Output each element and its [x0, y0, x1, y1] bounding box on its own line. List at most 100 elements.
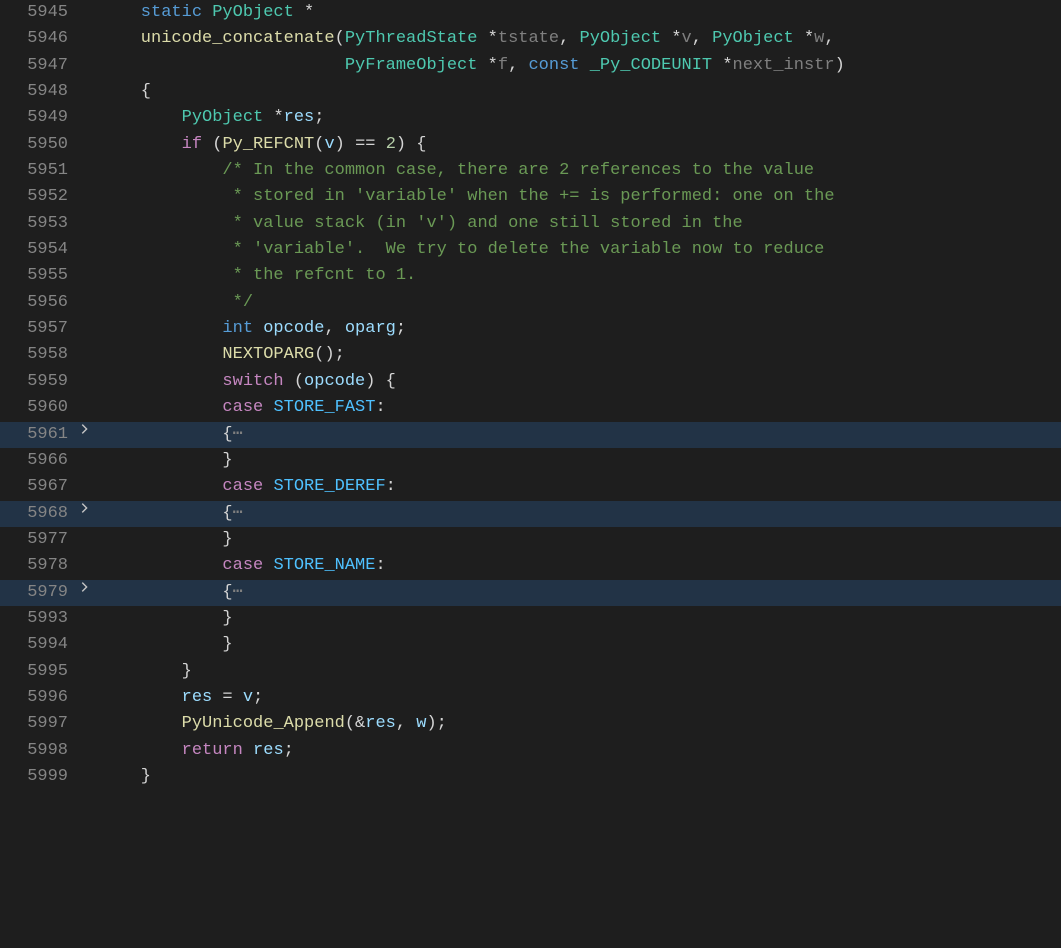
fold-gutter[interactable]: [72, 501, 96, 515]
code-content[interactable]: switch (opcode) {: [96, 369, 1061, 395]
code-line[interactable]: 5979 {⋯: [0, 580, 1061, 606]
token-const: STORE_DEREF: [273, 477, 385, 496]
token-punct: ) {: [365, 372, 396, 391]
code-content[interactable]: static PyObject *: [96, 0, 1061, 26]
token-punct: [100, 398, 222, 417]
token-punct: }: [100, 767, 151, 786]
code-content[interactable]: }: [96, 659, 1061, 685]
code-content[interactable]: * the refcnt to 1.: [96, 263, 1061, 289]
token-comment: * value stack (in 'v') and one still sto…: [100, 214, 743, 233]
line-number: 5960: [0, 395, 72, 421]
code-line[interactable]: 5993 }: [0, 606, 1061, 632]
token-punct: [263, 398, 273, 417]
code-line[interactable]: 5953 * value stack (in 'v') and one stil…: [0, 211, 1061, 237]
code-line[interactable]: 5956 */: [0, 290, 1061, 316]
code-line[interactable]: 5996 res = v;: [0, 685, 1061, 711]
token-punct: =: [212, 688, 243, 707]
code-content[interactable]: case STORE_FAST:: [96, 395, 1061, 421]
token-param: tstate: [498, 29, 559, 48]
code-line[interactable]: 5952 * stored in 'variable' when the += …: [0, 184, 1061, 210]
code-content[interactable]: {: [96, 79, 1061, 105]
code-line[interactable]: 5978 case STORE_NAME:: [0, 553, 1061, 579]
code-line[interactable]: 5945 static PyObject *: [0, 0, 1061, 26]
code-line[interactable]: 5999 }: [0, 764, 1061, 790]
code-line[interactable]: 5967 case STORE_DEREF:: [0, 474, 1061, 500]
code-line[interactable]: 5949 PyObject *res;: [0, 105, 1061, 131]
code-line[interactable]: 5955 * the refcnt to 1.: [0, 263, 1061, 289]
code-content[interactable]: /* In the common case, there are 2 refer…: [96, 158, 1061, 184]
code-line[interactable]: 5966 }: [0, 448, 1061, 474]
code-content[interactable]: case STORE_DEREF:: [96, 474, 1061, 500]
token-punct: [100, 688, 182, 707]
code-content[interactable]: }: [96, 448, 1061, 474]
token-punct: [100, 135, 182, 154]
token-punct: :: [386, 477, 396, 496]
code-content[interactable]: case STORE_NAME:: [96, 553, 1061, 579]
code-line[interactable]: 5957 int opcode, oparg;: [0, 316, 1061, 342]
code-line[interactable]: 5997 PyUnicode_Append(&res, w);: [0, 711, 1061, 737]
token-param: w: [814, 29, 824, 48]
token-comment: * stored in 'variable' when the += is pe…: [100, 187, 835, 206]
line-number: 5956: [0, 290, 72, 316]
code-line[interactable]: 5960 case STORE_FAST:: [0, 395, 1061, 421]
token-punct: ,: [824, 29, 834, 48]
code-content[interactable]: int opcode, oparg;: [96, 316, 1061, 342]
code-content[interactable]: if (Py_REFCNT(v) == 2) {: [96, 132, 1061, 158]
token-fn: Py_REFCNT: [222, 135, 314, 154]
code-line[interactable]: 5954 * 'variable'. We try to delete the …: [0, 237, 1061, 263]
code-content[interactable]: }: [96, 527, 1061, 553]
code-line[interactable]: 5968 {⋯: [0, 501, 1061, 527]
token-punct: ): [835, 56, 845, 75]
code-content[interactable]: * 'variable'. We try to delete the varia…: [96, 237, 1061, 263]
token-punct: *: [263, 108, 283, 127]
line-number: 5946: [0, 26, 72, 52]
token-ctrl: case: [222, 398, 263, 417]
code-content[interactable]: return res;: [96, 738, 1061, 764]
code-content[interactable]: res = v;: [96, 685, 1061, 711]
code-line[interactable]: 5958 NEXTOPARG();: [0, 342, 1061, 368]
code-content[interactable]: }: [96, 764, 1061, 790]
code-line[interactable]: 5950 if (Py_REFCNT(v) == 2) {: [0, 132, 1061, 158]
token-punct: *: [661, 29, 681, 48]
code-content[interactable]: unicode_concatenate(PyThreadState *tstat…: [96, 26, 1061, 52]
token-const: STORE_FAST: [273, 398, 375, 417]
code-line[interactable]: 5947 PyFrameObject *f, const _Py_CODEUNI…: [0, 53, 1061, 79]
code-content[interactable]: * value stack (in 'v') and one still sto…: [96, 211, 1061, 237]
code-line[interactable]: 5961 {⋯: [0, 422, 1061, 448]
token-punct: ();: [314, 345, 345, 364]
token-punct: );: [426, 714, 446, 733]
code-content[interactable]: {⋯: [96, 580, 1061, 606]
fold-gutter[interactable]: [72, 580, 96, 594]
code-line[interactable]: 5959 switch (opcode) {: [0, 369, 1061, 395]
token-var: w: [416, 714, 426, 733]
code-content[interactable]: {⋯: [96, 422, 1061, 448]
line-number: 5998: [0, 738, 72, 764]
code-content[interactable]: PyObject *res;: [96, 105, 1061, 131]
token-comment: /* In the common case, there are 2 refer…: [100, 161, 814, 180]
code-content[interactable]: NEXTOPARG();: [96, 342, 1061, 368]
token-fn: unicode_concatenate: [100, 29, 335, 48]
code-line[interactable]: 5951 /* In the common case, there are 2 …: [0, 158, 1061, 184]
code-content[interactable]: }: [96, 606, 1061, 632]
code-line[interactable]: 5998 return res;: [0, 738, 1061, 764]
code-content[interactable]: PyFrameObject *f, const _Py_CODEUNIT *ne…: [96, 53, 1061, 79]
code-editor[interactable]: 5945 static PyObject *5946 unicode_conca…: [0, 0, 1061, 790]
code-line[interactable]: 5948 {: [0, 79, 1061, 105]
fold-gutter[interactable]: [72, 422, 96, 436]
token-punct: ;: [253, 688, 263, 707]
token-comment: * 'variable'. We try to delete the varia…: [100, 240, 824, 259]
code-content[interactable]: {⋯: [96, 501, 1061, 527]
code-content[interactable]: * stored in 'variable' when the += is pe…: [96, 184, 1061, 210]
token-punct: }: [100, 635, 233, 654]
code-line[interactable]: 5994 }: [0, 632, 1061, 658]
code-line[interactable]: 5995 }: [0, 659, 1061, 685]
code-content[interactable]: PyUnicode_Append(&res, w);: [96, 711, 1061, 737]
token-kw: static: [100, 3, 212, 22]
code-line[interactable]: 5977 }: [0, 527, 1061, 553]
token-punct: (&: [345, 714, 365, 733]
token-fold-dots: ⋯: [233, 583, 243, 602]
code-content[interactable]: */: [96, 290, 1061, 316]
code-content[interactable]: }: [96, 632, 1061, 658]
code-line[interactable]: 5946 unicode_concatenate(PyThreadState *…: [0, 26, 1061, 52]
line-number: 5945: [0, 0, 72, 26]
